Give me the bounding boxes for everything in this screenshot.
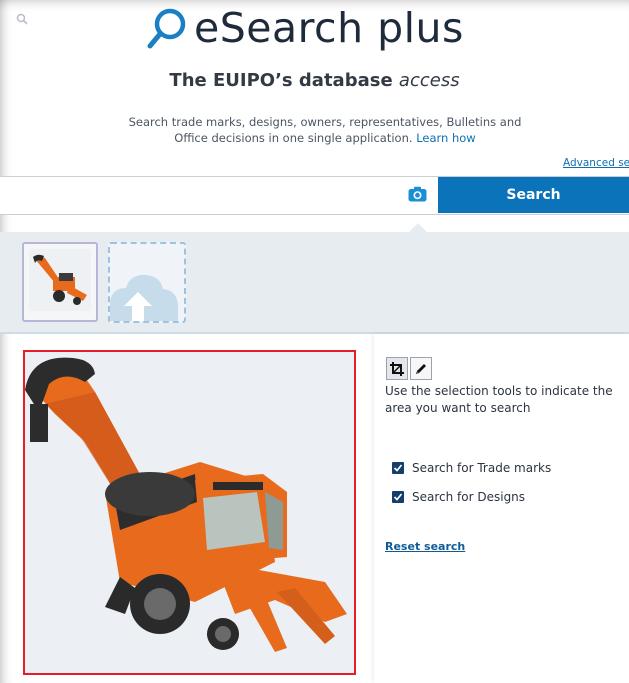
search-button[interactable]: Search [438,177,629,213]
designs-label: Search for Designs [412,490,526,504]
camera-icon[interactable] [408,186,427,202]
trade-marks-option[interactable]: Search for Trade marks [392,461,551,475]
cloud-upload-icon [110,274,178,321]
description: Search trade marks, designs, owners, rep… [110,114,540,146]
selection-toolbar [386,357,432,380]
learn-how-link[interactable]: Learn how [416,131,476,145]
crop-tool-button[interactable] [386,357,408,380]
band-pointer [408,223,428,233]
tagline: The EUIPO’s database access [0,70,629,91]
logo-text: eSearch plus [194,4,464,52]
checkbox-checked-icon[interactable] [392,462,404,474]
search-icon [16,13,28,25]
reset-search-link[interactable]: Reset search [385,540,465,553]
image-thumbnail[interactable] [22,242,98,322]
crop-icon [390,361,404,376]
designs-option[interactable]: Search for Designs [392,490,525,504]
advanced-search-link[interactable]: Advanced sear [563,157,629,169]
tools-help-text: Use the selection tools to indicate the … [385,384,613,415]
pencil-tool-button[interactable] [410,357,432,380]
tagline-italic: access [398,70,460,91]
tagline-main: The EUIPO’s database [169,70,399,91]
magnifier-logo-icon [147,8,186,49]
esearch-logo[interactable]: eSearch plus [146,0,464,52]
selection-area[interactable] [23,350,356,675]
upload-dropzone[interactable] [108,242,186,323]
trade-marks-label: Search for Trade marks [412,461,552,475]
harvester-preview-image [25,352,354,673]
harvester-thumbnail-image [29,249,91,311]
checkbox-checked-icon[interactable] [392,491,404,503]
pencil-icon [416,363,426,374]
